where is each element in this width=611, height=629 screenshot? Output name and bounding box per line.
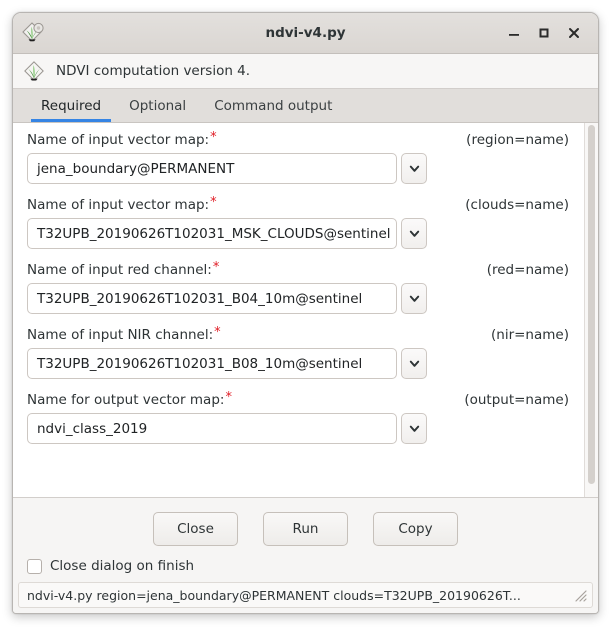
chevron-down-icon[interactable] — [401, 153, 427, 184]
field-red-key: (red=name) — [486, 262, 569, 278]
tab-required[interactable]: Required — [27, 89, 115, 122]
field-region: Name of input vector map: * (region=name… — [13, 130, 584, 184]
field-red-header: Name of input red channel: * (red=name) — [27, 260, 570, 278]
field-output: Name for output vector map: * (output=na… — [13, 390, 584, 444]
field-region-key: (region=name) — [466, 132, 569, 148]
field-nir-header: Name of input NIR channel: * (nir=name) — [27, 325, 570, 343]
close-dialog-on-finish-row[interactable]: Close dialog on finish — [13, 556, 598, 582]
required-marker: * — [212, 260, 220, 275]
chevron-down-icon[interactable] — [401, 283, 427, 314]
dialog-footer: Close Run Copy Close dialog on finish nd… — [13, 498, 598, 613]
tab-optional[interactable]: Optional — [115, 89, 200, 122]
tab-command-output-label: Command output — [214, 97, 333, 114]
window-controls — [499, 18, 598, 48]
chevron-down-icon[interactable] — [401, 218, 427, 249]
field-nir-combobox[interactable]: T32UPB_20190626T102031_B08_10m@sentinel — [27, 348, 427, 379]
close-dialog-on-finish-checkbox[interactable] — [27, 558, 42, 574]
close-icon[interactable] — [559, 18, 589, 48]
close-dialog-on-finish-label: Close dialog on finish — [50, 558, 195, 574]
field-region-combobox[interactable]: jena_boundary@PERMANENT — [27, 153, 427, 184]
run-button[interactable]: Run — [263, 512, 348, 546]
close-button-label: Close — [177, 521, 214, 537]
field-region-header: Name of input vector map: * (region=name… — [27, 130, 570, 148]
field-output-input[interactable]: ndvi_class_2019 — [27, 413, 397, 444]
maximize-icon[interactable] — [529, 18, 559, 48]
tab-required-label: Required — [41, 97, 102, 114]
required-marker: * — [210, 130, 217, 145]
close-button[interactable]: Close — [153, 512, 238, 546]
field-nir-input[interactable]: T32UPB_20190626T102031_B08_10m@sentinel — [27, 348, 397, 379]
field-region-input[interactable]: jena_boundary@PERMANENT — [27, 153, 397, 184]
tab-bar: Required Optional Command output — [13, 89, 598, 123]
field-output-label: Name for output vector map: — [27, 392, 225, 408]
run-button-label: Run — [292, 521, 319, 537]
field-red-input[interactable]: T32UPB_20190626T102031_B04_10m@sentinel — [27, 283, 397, 314]
field-red: Name of input red channel: * (red=name) … — [13, 260, 584, 314]
grass-gis-icon — [20, 20, 46, 46]
required-marker: * — [210, 195, 217, 210]
field-clouds-key: (clouds=name) — [465, 197, 569, 213]
field-output-key: (output=name) — [464, 392, 569, 408]
field-clouds-input[interactable]: T32UPB_20190626T102031_MSK_CLOUDS@sentin… — [27, 218, 397, 249]
field-red-combobox[interactable]: T32UPB_20190626T102031_B04_10m@sentinel — [27, 283, 427, 314]
module-description-text: NDVI computation version 4. — [56, 63, 251, 79]
field-nir-key: (nir=name) — [491, 327, 569, 343]
field-clouds-label: Name of input vector map: — [27, 197, 210, 213]
module-description-bar: NDVI computation version 4. — [13, 54, 598, 89]
tab-optional-label: Optional — [129, 97, 187, 114]
minimize-icon[interactable] — [499, 18, 529, 48]
tab-command-output[interactable]: Command output — [200, 89, 346, 122]
field-clouds-header: Name of input vector map: * (clouds=name… — [27, 195, 570, 213]
chevron-down-icon[interactable] — [401, 413, 427, 444]
field-red-label: Name of input red channel: — [27, 262, 212, 278]
status-bar: ndvi-v4.py region=jena_boundary@PERMANEN… — [18, 582, 593, 608]
grass-gis-icon — [22, 59, 46, 83]
form-scrollbar-thumb[interactable] — [588, 125, 595, 485]
field-nir-label: Name of input NIR channel: — [27, 327, 214, 343]
chevron-down-icon[interactable] — [401, 348, 427, 379]
field-output-combobox[interactable]: ndvi_class_2019 — [27, 413, 427, 444]
field-list: Name of input vector map: * (region=name… — [13, 123, 584, 497]
form-scrollbar[interactable] — [584, 123, 598, 497]
form-area: Name of input vector map: * (region=name… — [13, 123, 598, 498]
copy-button-label: Copy — [398, 521, 433, 537]
field-output-header: Name for output vector map: * (output=na… — [27, 390, 570, 408]
dialog-window: ndvi-v4.py NDVI computation version 4. R… — [12, 12, 599, 614]
title-bar[interactable]: ndvi-v4.py — [13, 13, 598, 54]
field-clouds-combobox[interactable]: T32UPB_20190626T102031_MSK_CLOUDS@sentin… — [27, 218, 427, 249]
copy-button[interactable]: Copy — [373, 512, 458, 546]
required-marker: * — [225, 390, 232, 405]
required-marker: * — [214, 325, 221, 340]
resize-grip-icon[interactable] — [572, 587, 588, 603]
action-button-row: Close Run Copy — [13, 498, 598, 556]
status-bar-text: ndvi-v4.py region=jena_boundary@PERMANEN… — [27, 587, 521, 603]
field-region-label: Name of input vector map: — [27, 132, 210, 148]
field-clouds: Name of input vector map: * (clouds=name… — [13, 195, 584, 249]
field-nir: Name of input NIR channel: * (nir=name) … — [13, 325, 584, 379]
